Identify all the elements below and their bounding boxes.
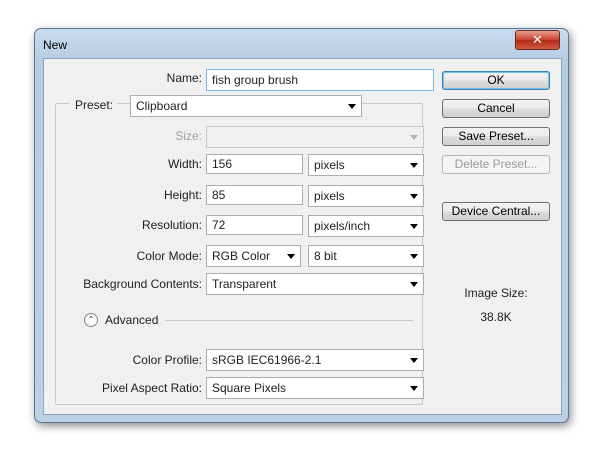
chevron-down-icon: [287, 254, 295, 259]
chevron-down-icon: [348, 104, 356, 109]
advanced-toggle-icon[interactable]: ⌃: [84, 313, 98, 327]
size-dropdown[interactable]: [206, 126, 424, 148]
delete-preset-button[interactable]: Delete Preset...: [442, 155, 550, 174]
height-label: Height:: [163, 188, 202, 202]
size-label: Size:: [175, 129, 202, 143]
color-mode-dropdown[interactable]: RGB Color: [206, 245, 301, 267]
pixel-aspect-value: Square Pixels: [212, 381, 287, 395]
dialog-client-area: Name: fish group brush Preset: Clipboard…: [43, 58, 562, 415]
pixel-aspect-dropdown[interactable]: Square Pixels: [206, 377, 424, 399]
width-unit-dropdown[interactable]: pixels: [308, 154, 424, 176]
color-profile-label: Color Profile:: [132, 353, 202, 367]
cancel-button[interactable]: Cancel: [442, 99, 550, 118]
background-value: Transparent: [212, 277, 277, 291]
ok-button[interactable]: OK: [442, 71, 550, 90]
close-button[interactable]: ✕: [515, 30, 560, 50]
new-document-dialog: New ✕ Name: fish group brush Preset: Cli…: [34, 28, 569, 423]
color-profile-dropdown[interactable]: sRGB IEC61966-2.1: [206, 349, 424, 371]
image-size-value: 38.8K: [480, 310, 512, 324]
chevron-up-icon: ⌃: [87, 315, 95, 324]
advanced-label[interactable]: Advanced: [105, 313, 158, 327]
chevron-down-icon: [410, 282, 418, 287]
background-label: Background Contents:: [83, 277, 202, 291]
preset-value: Clipboard: [136, 99, 188, 113]
bit-depth-value: 8 bit: [314, 249, 337, 263]
chevron-down-icon: [410, 224, 418, 229]
height-input[interactable]: 85: [206, 185, 303, 205]
device-central-button[interactable]: Device Central...: [442, 202, 550, 221]
name-label: Name:: [166, 71, 202, 85]
color-profile-value: sRGB IEC61966-2.1: [212, 353, 322, 367]
background-dropdown[interactable]: Transparent: [206, 273, 424, 295]
name-input[interactable]: fish group brush: [206, 69, 434, 91]
chevron-down-icon: [410, 135, 418, 140]
bit-depth-dropdown[interactable]: 8 bit: [308, 245, 424, 267]
close-icon: ✕: [532, 32, 543, 47]
width-input[interactable]: 156: [206, 154, 303, 174]
resolution-unit-value: pixels/inch: [314, 219, 371, 233]
resolution-input[interactable]: 72: [206, 215, 303, 235]
preset-label: Preset:: [69, 98, 118, 112]
image-size-label: Image Size:: [464, 286, 528, 300]
pixel-aspect-label: Pixel Aspect Ratio:: [101, 381, 202, 395]
height-unit-dropdown[interactable]: pixels: [308, 185, 424, 207]
preset-dropdown[interactable]: Clipboard: [130, 95, 362, 117]
chevron-down-icon: [410, 194, 418, 199]
color-mode-value: RGB Color: [212, 249, 271, 263]
save-preset-button[interactable]: Save Preset...: [442, 127, 550, 146]
height-unit-value: pixels: [314, 189, 345, 203]
chevron-down-icon: [410, 254, 418, 259]
resolution-unit-dropdown[interactable]: pixels/inch: [308, 215, 424, 237]
window-title: New: [43, 38, 68, 52]
color-mode-label: Color Mode:: [136, 249, 202, 263]
width-label: Width:: [167, 157, 202, 171]
chevron-down-icon: [410, 386, 418, 391]
chevron-down-icon: [410, 163, 418, 168]
resolution-label: Resolution:: [141, 218, 202, 232]
width-unit-value: pixels: [314, 158, 345, 172]
chevron-down-icon: [410, 358, 418, 363]
advanced-divider: [165, 320, 413, 321]
